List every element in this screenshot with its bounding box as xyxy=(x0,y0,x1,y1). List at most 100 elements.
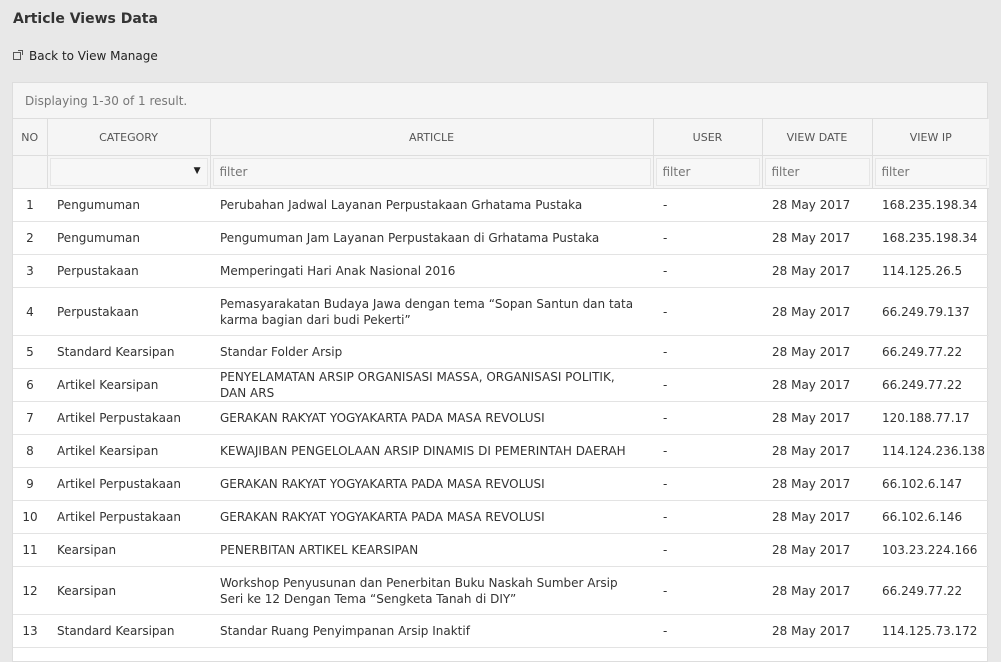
row-article: KEWAJIBAN PENGELOLAAN ARSIP DINAMIS DI P… xyxy=(210,434,653,468)
column-header-view-ip[interactable]: VIEW IP xyxy=(872,119,989,156)
table-row[interactable]: 8 Artikel Kearsipan KEWAJIBAN PENGELOLAA… xyxy=(13,434,989,468)
row-view-date: 28 May 2017 xyxy=(762,500,872,534)
column-header-user[interactable]: USER xyxy=(653,119,763,156)
article-views-table: NO CATEGORY ARTICLE USER VIEW DATE VIEW … xyxy=(13,119,989,648)
row-article: PENERBITAN ARTIKEL KEARSIPAN xyxy=(210,533,653,567)
table-row[interactable]: 7 Artikel Perpustakaan GERAKAN RAKYAT YO… xyxy=(13,401,989,435)
row-user: - xyxy=(653,500,762,534)
row-category: Artikel Perpustakaan xyxy=(47,500,210,534)
column-header-category[interactable]: CATEGORY xyxy=(47,119,211,156)
row-user: - xyxy=(653,533,762,567)
row-no: 7 xyxy=(13,401,47,435)
row-user: - xyxy=(653,401,762,435)
dropdown-arrow-icon: ▼ xyxy=(193,166,201,176)
row-category: Artikel Kearsipan xyxy=(47,434,210,468)
row-user: - xyxy=(653,434,762,468)
row-view-ip: 66.102.6.146 xyxy=(872,500,989,534)
view-ip-filter-input[interactable] xyxy=(874,158,987,186)
row-view-date: 28 May 2017 xyxy=(762,368,872,402)
table-row[interactable]: 2 Pengumuman Pengumuman Jam Layanan Perp… xyxy=(13,221,989,255)
row-user: - xyxy=(653,221,762,255)
page-title: Article Views Data xyxy=(13,11,158,27)
user-filter-input[interactable] xyxy=(655,158,760,186)
filter-cell-no xyxy=(13,155,48,189)
row-category: Pengumuman xyxy=(47,188,210,222)
table-row[interactable]: 4 Perpustakaan Pemasyarakatan Budaya Jaw… xyxy=(13,287,989,336)
row-no: 5 xyxy=(13,335,47,369)
row-user: - xyxy=(653,335,762,369)
row-view-ip: 103.23.224.166 xyxy=(872,533,989,567)
row-view-date: 28 May 2017 xyxy=(762,434,872,468)
row-category: Artikel Perpustakaan xyxy=(47,467,210,501)
filter-cell-ip xyxy=(872,155,989,189)
row-no: 12 xyxy=(13,566,47,615)
row-no: 10 xyxy=(13,500,47,534)
table-row[interactable]: 13 Standard Kearsipan Standar Ruang Peny… xyxy=(13,614,989,648)
row-category: Standard Kearsipan xyxy=(47,614,210,648)
row-user: - xyxy=(653,614,762,648)
row-user: - xyxy=(653,254,762,288)
row-view-date: 28 May 2017 xyxy=(762,254,872,288)
row-article: Pemasyarakatan Budaya Jawa dengan tema “… xyxy=(210,287,653,336)
row-view-date: 28 May 2017 xyxy=(762,401,872,435)
article-filter-input[interactable] xyxy=(212,158,651,186)
table-row[interactable]: 11 Kearsipan PENERBITAN ARTIKEL KEARSIPA… xyxy=(13,533,989,567)
row-view-ip: 66.249.77.22 xyxy=(872,566,989,615)
view-date-filter-input[interactable] xyxy=(764,158,870,186)
row-category: Artikel Kearsipan xyxy=(47,368,210,402)
filter-cell-user xyxy=(653,155,763,189)
row-no: 3 xyxy=(13,254,47,288)
category-filter-select[interactable]: ▼ xyxy=(49,158,208,186)
row-category: Artikel Perpustakaan xyxy=(47,401,210,435)
row-no: 8 xyxy=(13,434,47,468)
row-category: Perpustakaan xyxy=(47,287,210,336)
row-view-ip: 66.249.77.22 xyxy=(872,368,989,402)
row-category: Kearsipan xyxy=(47,533,210,567)
row-category: Standard Kearsipan xyxy=(47,335,210,369)
row-article: GERAKAN RAKYAT YOGYAKARTA PADA MASA REVO… xyxy=(210,500,653,534)
row-view-ip: 120.188.77.17 xyxy=(872,401,989,435)
table-row[interactable]: 6 Artikel Kearsipan PENYELAMATAN ARSIP O… xyxy=(13,368,989,402)
row-view-ip: 114.125.73.172 xyxy=(872,614,989,648)
table-row[interactable]: 3 Perpustakaan Memperingati Hari Anak Na… xyxy=(13,254,989,288)
row-no: 11 xyxy=(13,533,47,567)
back-link-label: Back to View Manage xyxy=(29,49,158,63)
row-view-date: 28 May 2017 xyxy=(762,566,872,615)
row-user: - xyxy=(653,368,762,402)
table-row[interactable]: 12 Kearsipan Workshop Penyusunan dan Pen… xyxy=(13,566,989,615)
row-view-date: 28 May 2017 xyxy=(762,467,872,501)
table-row[interactable]: 10 Artikel Perpustakaan GERAKAN RAKYAT Y… xyxy=(13,500,989,534)
row-article: PENYELAMATAN ARSIP ORGANISASI MASSA, ORG… xyxy=(210,368,653,402)
row-article: Pengumuman Jam Layanan Perpustakaan di G… xyxy=(210,221,653,255)
row-view-ip: 168.235.198.34 xyxy=(872,221,989,255)
row-user: - xyxy=(653,566,762,615)
table-row[interactable]: 9 Artikel Perpustakaan GERAKAN RAKYAT YO… xyxy=(13,467,989,501)
column-header-view-date[interactable]: VIEW DATE xyxy=(762,119,873,156)
row-article: Memperingati Hari Anak Nasional 2016 xyxy=(210,254,653,288)
column-header-no[interactable]: NO xyxy=(13,119,48,156)
table-row[interactable]: 1 Pengumuman Perubahan Jadwal Layanan Pe… xyxy=(13,188,989,222)
grid-panel: Displaying 1-30 of 1 result. NO CATEGORY… xyxy=(12,82,989,662)
filter-cell-category: ▼ xyxy=(47,155,211,189)
table-row[interactable]: 5 Standard Kearsipan Standar Folder Arsi… xyxy=(13,335,989,369)
row-category: Kearsipan xyxy=(47,566,210,615)
row-article: Standar Ruang Penyimpanan Arsip Inaktif xyxy=(210,614,653,648)
row-user: - xyxy=(653,287,762,336)
row-view-ip: 114.125.26.5 xyxy=(872,254,989,288)
back-to-view-manage-link[interactable]: Back to View Manage xyxy=(13,49,158,63)
row-category: Pengumuman xyxy=(47,221,210,255)
row-user: - xyxy=(653,467,762,501)
row-no: 9 xyxy=(13,467,47,501)
results-summary: Displaying 1-30 of 1 result. xyxy=(13,83,987,119)
row-no: 6 xyxy=(13,368,47,402)
row-view-ip: 66.102.6.147 xyxy=(872,467,989,501)
external-link-icon xyxy=(13,50,23,60)
filter-row: ▼ xyxy=(13,155,989,189)
row-no: 2 xyxy=(13,221,47,255)
column-header-article[interactable]: ARTICLE xyxy=(210,119,654,156)
row-view-date: 28 May 2017 xyxy=(762,188,872,222)
row-article: GERAKAN RAKYAT YOGYAKARTA PADA MASA REVO… xyxy=(210,467,653,501)
row-view-date: 28 May 2017 xyxy=(762,287,872,336)
row-article: Workshop Penyusunan dan Penerbitan Buku … xyxy=(210,566,653,615)
row-view-date: 28 May 2017 xyxy=(762,335,872,369)
